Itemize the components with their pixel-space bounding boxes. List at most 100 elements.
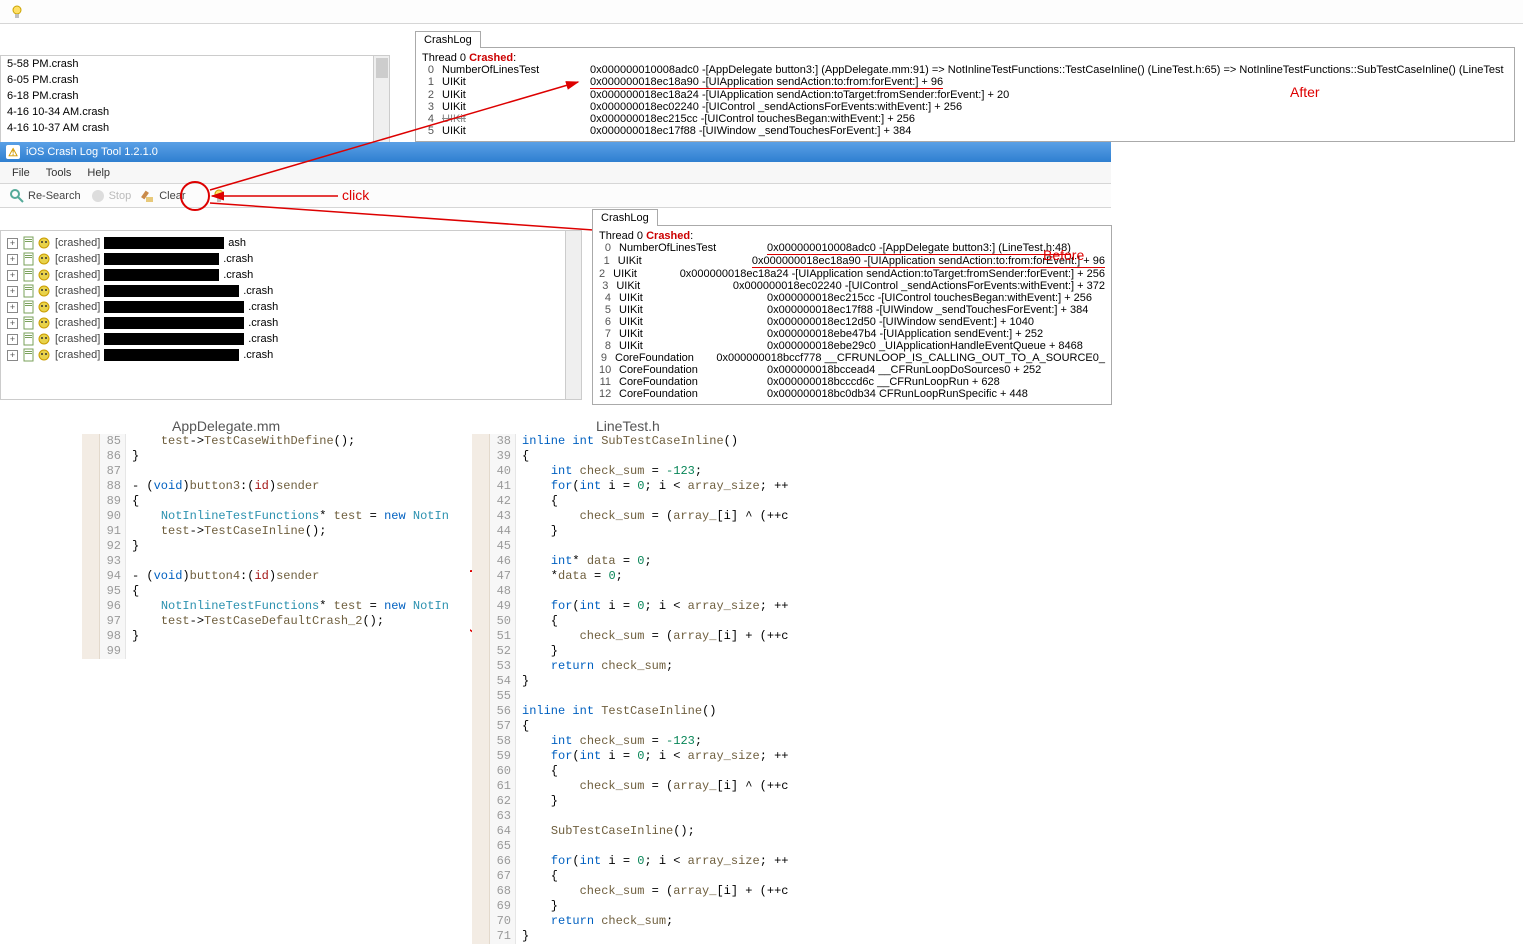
code-editor-right[interactable]: 38 39 40 41 42 43 44 45 46 47 48 49 50 5… [472,434,992,944]
expand-icon[interactable]: + [7,350,18,361]
expand-icon[interactable]: + [7,270,18,281]
file-list-item[interactable]: 6-18 PM.crash [1,88,389,104]
stack-frame[interactable]: 5UIKit0x000000018ec17f88 -[UIWindow _sen… [599,304,1105,316]
stack-frame[interactable]: 3UIKit0x000000018ec02240 -[UIControl _se… [422,101,1508,113]
stack-frame[interactable]: 4UIKit0x000000018ec215cc -[UIControl tou… [422,113,1508,125]
stack-frame[interactable]: 0NumberOfLinesTest0x000000010008adc0 -[A… [599,242,1105,255]
expand-icon[interactable]: + [7,334,18,345]
stack-frame[interactable]: 10CoreFoundation0x000000018bccead4 __CFR… [599,364,1105,376]
menu-bar: File Tools Help [0,162,1111,184]
clear-button[interactable]: Clear [141,189,185,203]
breakpoint-gutter[interactable] [82,434,100,659]
redacted-bar [104,333,244,345]
crashlog-body[interactable]: Thread 0 Crashed: 0NumberOfLinesTest0x00… [592,225,1112,405]
crash-files-list[interactable]: 5-58 PM.crash6-05 PM.crash6-18 PM.crash4… [0,55,390,145]
click-circle-annotation [180,181,210,211]
stack-frame[interactable]: 0NumberOfLinesTest0x000000010008adc0 -[A… [422,64,1508,76]
scroll-thumb[interactable] [376,58,388,78]
line-number-gutter: 38 39 40 41 42 43 44 45 46 47 48 49 50 5… [490,434,516,944]
tree-item[interactable]: + [crashed] .crash [3,267,579,283]
crashed-label: [crashed] [55,333,100,345]
redacted-bar [104,237,224,249]
tab-crashlog[interactable]: CrashLog [592,209,658,226]
redacted-bar [104,285,239,297]
thread-header: Thread 0 Crashed: [422,52,1508,64]
toolbar: Re-Search Stop Clear [0,184,1111,208]
stack-frame[interactable]: 2UIKit0x000000018ec18a24 -[UIApplication… [599,268,1105,280]
tree-item[interactable]: + [crashed] .crash [3,331,579,347]
expand-icon[interactable]: + [7,238,18,249]
menu-file[interactable]: File [12,167,30,179]
scrollbar[interactable] [373,56,389,146]
breakpoint-gutter[interactable] [472,434,490,944]
redacted-bar [104,349,239,361]
file-suffix: .crash [243,285,273,297]
crash-tree[interactable]: +[crashed]ash+[crashed].crash+[crashed].… [0,230,582,400]
file-suffix: .crash [243,349,273,361]
code-editor-left[interactable]: 85 86 87 88 89 90 91 92 93 94 95 96 97 9… [82,434,470,659]
stack-frame[interactable]: 5UIKit0x000000018ec17f88 -[UIWindow _sen… [422,125,1508,137]
tree-item[interactable]: + [crashed] .crash [3,347,579,363]
crashed-label: [crashed] [55,317,100,329]
line-number-gutter: 85 86 87 88 89 90 91 92 93 94 95 96 97 9… [100,434,126,659]
scrollbar[interactable] [565,231,581,399]
file-list-item[interactable]: 4-16 10-34 AM.crash [1,104,389,120]
stack-frame[interactable]: 12CoreFoundation0x000000018bc0db34 CFRun… [599,388,1105,400]
crashed-label: [crashed] [55,269,100,281]
research-button[interactable]: Re-Search [10,189,81,203]
crashed-label: [crashed] [55,253,100,265]
menu-help[interactable]: Help [87,167,110,179]
file-suffix: .crash [248,333,278,345]
redacted-bar [104,317,244,329]
menu-tools[interactable]: Tools [46,167,72,179]
crashlog-body[interactable]: Thread 0 Crashed: 0NumberOfLinesTest0x00… [415,47,1515,142]
stack-frame[interactable]: 2UIKit0x000000018ec18a24 -[UIApplication… [422,89,1508,101]
stack-frame[interactable]: 8UIKit0x000000018ebe29c0 _UIApplicationH… [599,340,1105,352]
stack-frame[interactable]: 1UIKit0x000000018ec18a90 -[UIApplication… [599,255,1105,268]
click-text-annotation: click [342,187,369,203]
stack-frame[interactable]: 7UIKit0x000000018ebe47b4 -[UIApplication… [599,328,1105,340]
page-icon [22,252,36,266]
stop-button[interactable]: Stop [91,189,132,203]
expand-icon[interactable]: + [7,302,18,313]
top-toolbar [0,0,1523,24]
stack-frame[interactable]: 11CoreFoundation0x000000018bcccd6c __CFR… [599,376,1105,388]
window-titlebar[interactable]: ⚠ iOS Crash Log Tool 1.2.1.0 [0,142,1111,162]
expand-icon[interactable]: + [7,254,18,265]
file-list-item[interactable]: 5-58 PM.crash [1,56,389,72]
bug-icon [37,252,51,266]
thread-header: Thread 0 Crashed: [599,230,1105,242]
bulb-icon[interactable] [10,5,24,19]
tree-item[interactable]: +[crashed].crash [3,251,579,267]
window-title: iOS Crash Log Tool 1.2.1.0 [26,146,158,158]
tab-crashlog[interactable]: CrashLog [415,31,481,48]
bug-icon [37,268,51,282]
code-area[interactable]: test->TestCaseWithDefine(); } - (void)bu… [126,434,449,659]
crashed-label: [crashed] [55,349,100,361]
page-icon [22,348,36,362]
expand-icon[interactable]: + [7,318,18,329]
stack-frame[interactable]: 3UIKit0x000000018ec02240 -[UIControl _se… [599,280,1105,292]
bulb-button[interactable] [212,189,226,203]
stack-frame[interactable]: 6UIKit0x000000018ec12d50 -[UIWindow send… [599,316,1105,328]
before-annotation: Before [1043,247,1084,263]
expand-icon[interactable]: + [7,286,18,297]
code-area[interactable]: inline int SubTestCaseInline() { int che… [516,434,789,944]
bug-icon [37,284,51,298]
file-list-item[interactable]: 4-16 10-37 AM crash [1,120,389,136]
app-icon: ⚠ [6,145,20,159]
tree-item[interactable]: +[crashed].crash [3,299,579,315]
file-suffix: .crash [248,301,278,313]
stack-frame[interactable]: 4UIKit0x000000018ec215cc -[UIControl tou… [599,292,1105,304]
bug-icon [37,348,51,362]
stack-frame[interactable]: 1UIKit0x000000018ec18a90 -[UIApplication… [422,76,1508,89]
file-suffix: .crash [223,269,253,281]
crashlog-panel-before: CrashLog Thread 0 Crashed: 0NumberOfLine… [592,208,1112,405]
bug-icon [37,332,51,346]
file-list-item[interactable]: 6-05 PM.crash [1,72,389,88]
tree-item[interactable]: +[crashed].crash [3,315,579,331]
tree-item[interactable]: +[crashed]ash [3,235,579,251]
page-icon [22,284,36,298]
tree-item[interactable]: +[crashed].crash [3,283,579,299]
stack-frame[interactable]: 9CoreFoundation0x000000018bccf778 __CFRU… [599,352,1105,364]
